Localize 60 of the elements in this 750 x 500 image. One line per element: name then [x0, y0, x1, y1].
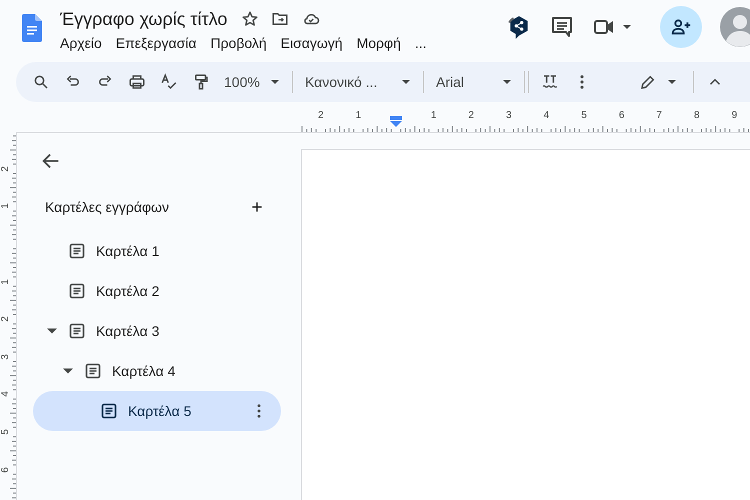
- expanded-caret-icon[interactable]: [47, 326, 57, 336]
- ruler-number: 1: [430, 110, 438, 121]
- font-dropdown[interactable]: Arial: [436, 68, 516, 96]
- ruler-number: 5: [580, 110, 588, 121]
- document-title[interactable]: Έγγραφο χωρίς τίτλο: [60, 8, 228, 30]
- caret-icon: [667, 77, 677, 87]
- paint-roller-icon[interactable]: [192, 73, 210, 91]
- ruler-number: 1: [0, 278, 12, 286]
- ruler-number: 7: [655, 110, 663, 121]
- star-icon[interactable]: [241, 10, 260, 28]
- menu-item[interactable]: Μορφή: [356, 35, 401, 51]
- print-icon[interactable]: [128, 73, 146, 91]
- comment-icon[interactable]: [550, 15, 574, 39]
- menu-item[interactable]: Επεξεργασία: [116, 35, 196, 51]
- ruler-number: 2: [317, 110, 325, 121]
- menu-item[interactable]: Προβολή: [210, 35, 267, 51]
- ruler-number: 1: [0, 202, 12, 212]
- menu-item[interactable]: Αρχείο: [60, 35, 102, 51]
- expanded-caret-icon[interactable]: [63, 366, 73, 376]
- sidebar-title: Καρτέλες εγγράφων: [45, 199, 169, 215]
- share-button[interactable]: [660, 6, 702, 48]
- tab-item[interactable]: Καρτέλα 2: [33, 271, 281, 311]
- search-icon[interactable]: [32, 73, 50, 91]
- tab-item[interactable]: Καρτέλα 5: [33, 391, 281, 431]
- document-icon: [69, 323, 85, 339]
- pencil-icon: [639, 73, 657, 91]
- ruler-number: 5: [0, 428, 12, 437]
- spellcheck-icon[interactable]: [160, 73, 178, 91]
- menu-item[interactable]: Εισαγωγή: [280, 35, 343, 51]
- ruler-number: 9: [730, 110, 738, 121]
- document-icon: [85, 363, 101, 379]
- tab-item[interactable]: Καρτέλα 3: [33, 311, 281, 351]
- document-icon: [69, 243, 85, 259]
- document-icon: [101, 403, 117, 419]
- folder-icon[interactable]: [271, 10, 290, 28]
- menu-item[interactable]: ...: [414, 35, 427, 51]
- ruler-number: 4: [0, 390, 12, 400]
- docs-logo-icon[interactable]: [22, 14, 42, 42]
- ruler-number: 1: [354, 110, 362, 121]
- more-icon[interactable]: [257, 404, 261, 418]
- style-dropdown[interactable]: Κανονικό ...: [305, 68, 415, 96]
- tab-item[interactable]: Καρτέλα 1: [33, 231, 281, 271]
- caret-icon: [401, 77, 411, 87]
- ruler-number: 2: [0, 315, 12, 324]
- tab-item[interactable]: Καρτέλα 4: [33, 351, 281, 391]
- caret-icon: [270, 77, 280, 87]
- ruler-number: 3: [0, 353, 12, 362]
- caret-icon: [622, 22, 632, 32]
- caret-icon: [502, 77, 512, 87]
- zoom-dropdown[interactable]: 100%: [224, 68, 284, 96]
- ruler-number: 4: [542, 110, 550, 121]
- ruler-number: 2: [467, 110, 475, 121]
- ruler-number: 6: [618, 110, 626, 121]
- ruler-number: 3: [505, 110, 513, 121]
- ruler-number: 8: [693, 110, 701, 121]
- ruler-number: 2: [0, 165, 12, 174]
- avatar-icon[interactable]: [720, 7, 750, 47]
- indent-marker-icon[interactable]: [390, 116, 402, 128]
- ruler-number: 6: [0, 466, 12, 474]
- document-icon: [69, 283, 85, 299]
